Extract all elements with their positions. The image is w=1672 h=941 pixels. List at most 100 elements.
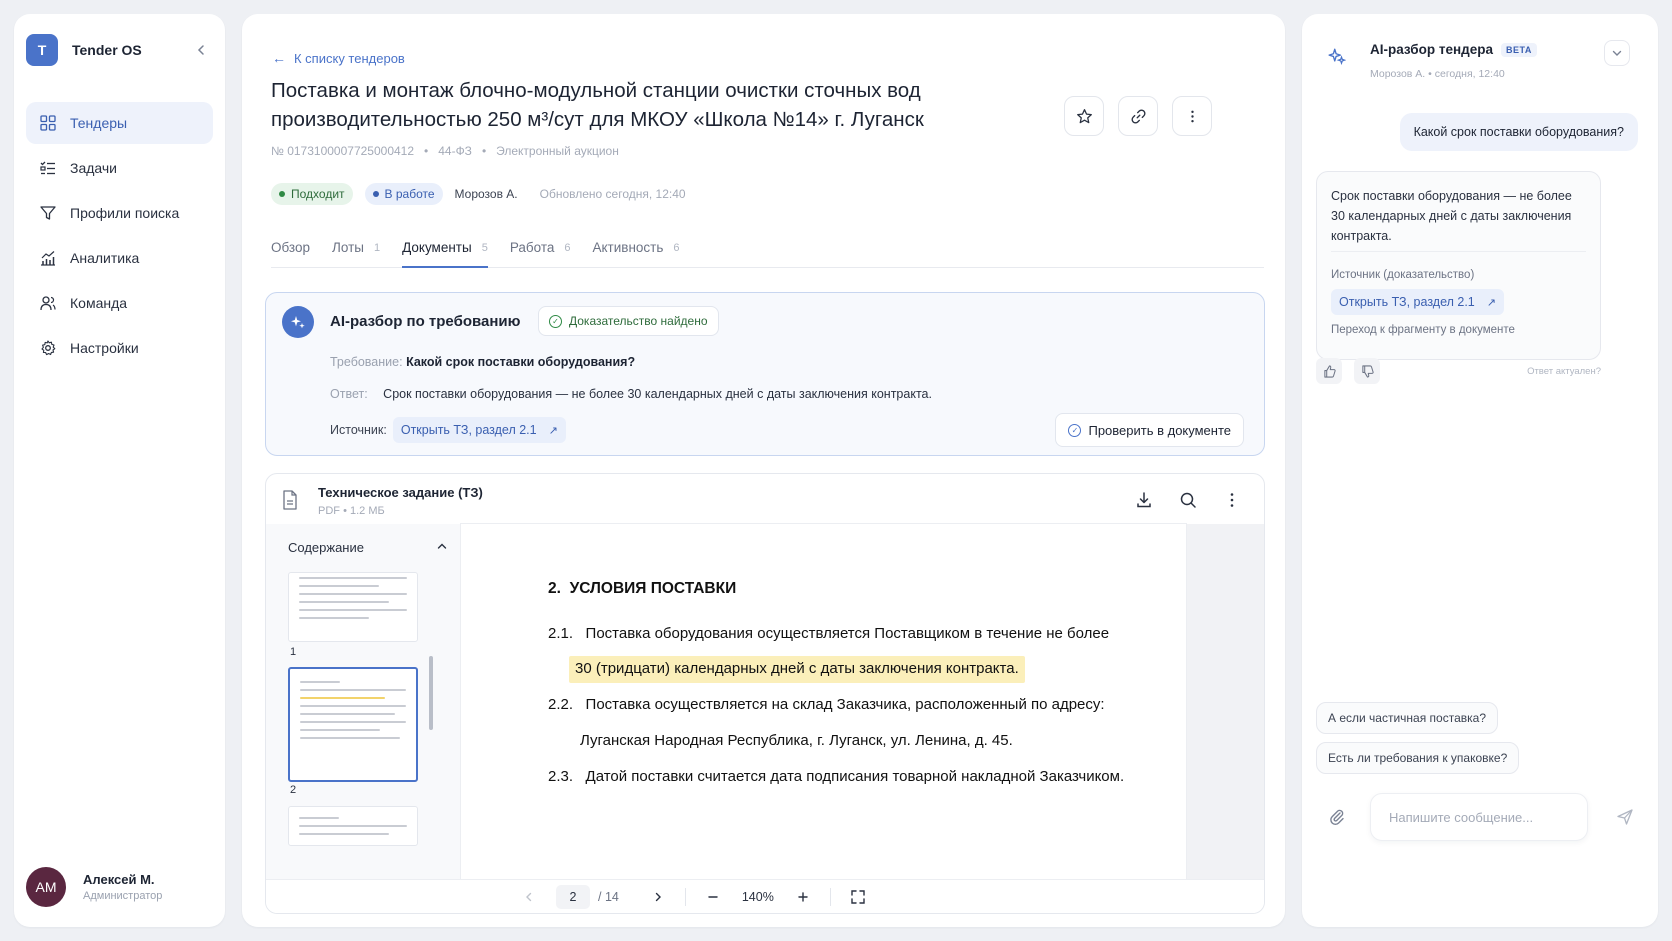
brand: T Tender OS: [26, 34, 213, 66]
thumbs-down-button[interactable]: [1354, 358, 1380, 384]
filter-icon: [39, 204, 57, 222]
chevron-left-icon: [197, 45, 204, 55]
collapse-sidebar-button[interactable]: [189, 38, 213, 62]
chevron-right-icon: [655, 892, 661, 902]
tab-lots[interactable]: Лоты 1: [332, 236, 380, 268]
toc-scrollbar[interactable]: [429, 656, 433, 730]
user-name: Алексей М.: [83, 872, 155, 887]
sparkle-icon: [1322, 41, 1352, 71]
attach-button[interactable]: [1324, 804, 1350, 830]
status-badge-fit[interactable]: Подходит: [271, 183, 353, 205]
chevron-left-icon: [526, 892, 532, 902]
beta-badge: BETA: [1500, 42, 1537, 57]
tab-activity[interactable]: Активность 6: [593, 236, 680, 268]
search-icon: [1180, 492, 1196, 508]
user-profile[interactable]: AM Алексей М. Администратор: [26, 867, 213, 907]
sidebar-item-label: Тендеры: [70, 115, 128, 131]
sidebar-item-label: Настройки: [70, 340, 139, 356]
status-row: Подходит В работе Морозов А. Обновлено с…: [271, 183, 686, 205]
user-role: Администратор: [83, 890, 163, 902]
clause-2-3: 2.3. Датой поставки считается дата подпи…: [548, 768, 1125, 785]
fullscreen-icon: [851, 890, 865, 904]
open-source-link[interactable]: Открыть ТЗ, раздел 2.1 ↗: [392, 417, 566, 443]
requirement-value: Какой срок поставки оборудования?: [406, 355, 636, 369]
document-page-area: 2. УСЛОВИЯ ПОСТАВКИ 2.1. Поставка оборуд…: [461, 524, 1264, 899]
page-thumbnail-1[interactable]: [288, 572, 418, 642]
document-more-button[interactable]: [1220, 488, 1244, 512]
search-document-button[interactable]: [1176, 488, 1200, 512]
page-thumbnail-number: 1: [290, 646, 297, 658]
team-icon: [39, 294, 57, 312]
zoom-in-button[interactable]: [790, 884, 816, 910]
zoom-out-button[interactable]: [700, 884, 726, 910]
status-badge-in-work[interactable]: В работе: [364, 183, 443, 205]
document-toolbar: 2 / 14 140%: [266, 879, 1264, 913]
suggestion-chip[interactable]: А если частичная поставка?: [1316, 702, 1499, 734]
sidebar-item-label: Команда: [70, 295, 128, 311]
sidebar-item-tasks[interactable]: Задачи: [26, 147, 213, 189]
copy-link-button[interactable]: [1118, 96, 1158, 136]
toc-toggle[interactable]: Содержание: [288, 540, 448, 555]
clause-2-2: 2.2. Поставка осуществляется на склад За…: [548, 696, 1105, 713]
title-actions: [1064, 96, 1212, 136]
external-link-icon: ↗: [1486, 296, 1496, 309]
page-number-input[interactable]: 2: [556, 885, 590, 909]
plus-icon: [798, 892, 808, 902]
tab-overview[interactable]: Обзор: [271, 236, 310, 268]
next-page-button[interactable]: [645, 884, 671, 910]
sparkle-icon: [282, 306, 314, 338]
thumbs-up-button[interactable]: [1316, 358, 1342, 384]
avatar: AM: [26, 867, 66, 907]
more-actions-button[interactable]: [1172, 96, 1212, 136]
brand-name: Tender OS: [72, 42, 142, 58]
document-info: PDF • 1.2 МБ: [318, 505, 385, 517]
document-header: Техническое задание (ТЗ) PDF • 1.2 МБ: [266, 474, 1264, 524]
open-source-link[interactable]: Открыть ТЗ, раздел 2.1 ↗: [1331, 289, 1504, 315]
highlighted-fragment: 30 (тридцати) календарных дней с даты за…: [569, 656, 1025, 683]
verify-in-document-button[interactable]: ✓ Проверить в документе: [1055, 413, 1244, 447]
answer-line: Ответ: Срок поставки оборудования — не б…: [330, 387, 932, 401]
download-button[interactable]: [1132, 488, 1156, 512]
user-message: Какой срок поставки оборудования?: [1399, 113, 1638, 151]
document-viewer: Техническое задание (ТЗ) PDF • 1.2 МБ Со…: [265, 473, 1265, 914]
jump-to-fragment-hint: Переход к фрагменту в документе: [1331, 324, 1515, 336]
chat-collapse-button[interactable]: [1604, 40, 1630, 66]
sidebar-item-label: Профили поиска: [70, 205, 180, 221]
chat-message-input[interactable]: [1370, 793, 1588, 841]
document-page: 2. УСЛОВИЯ ПОСТАВКИ 2.1. Поставка оборуд…: [461, 524, 1186, 899]
page-thumbnail-3[interactable]: [288, 806, 418, 846]
source-label: Источник (доказательство): [1331, 269, 1475, 281]
thumbs-down-icon: [1361, 364, 1374, 378]
sidebar-item-settings[interactable]: Настройки: [26, 327, 213, 369]
zoom-level: 140%: [741, 890, 774, 904]
ai-message-text: Срок поставки оборудования — не более 30…: [1331, 189, 1572, 243]
checklist-icon: [39, 159, 57, 177]
sidebar-item-analytics[interactable]: Аналитика: [26, 237, 213, 279]
fullscreen-button[interactable]: [845, 884, 871, 910]
page-thumbnail-2[interactable]: [288, 667, 418, 782]
assignee[interactable]: Морозов А.: [455, 187, 518, 201]
sidebar-nav: Тендеры Задачи Профили поиска Аналитика …: [26, 102, 213, 372]
favorite-button[interactable]: [1064, 96, 1104, 136]
sidebar-item-team[interactable]: Команда: [26, 282, 213, 324]
chevron-down-icon: [1612, 50, 1622, 56]
clause-2-1: 2.1. Поставка оборудования осуществляетс…: [548, 625, 1110, 642]
chevron-up-icon: [436, 540, 448, 555]
ai-requirement-card: AI-разбор по требованию ✓ Доказательство…: [265, 292, 1265, 456]
sidebar-item-tenders[interactable]: Тендеры: [26, 102, 213, 144]
brand-logo: T: [26, 34, 58, 66]
table-of-contents: Содержание 1 2: [266, 524, 461, 899]
check-circle-icon: ✓: [1068, 423, 1082, 437]
more-vertical-icon: [1230, 493, 1234, 507]
back-to-list-link[interactable]: ← К списку тендеров: [272, 50, 405, 66]
page-thumbnail-number: 2: [290, 784, 297, 796]
sidebar-item-search-profiles[interactable]: Профили поиска: [26, 192, 213, 234]
tab-work[interactable]: Работа 6: [510, 236, 571, 268]
download-icon: [1137, 492, 1151, 508]
gear-icon: [39, 339, 57, 357]
prev-page-button[interactable]: [516, 884, 542, 910]
tab-documents[interactable]: Документы 5: [402, 236, 488, 268]
send-button[interactable]: [1612, 804, 1638, 830]
thumbs-up-icon: [1323, 364, 1336, 378]
suggestion-chip[interactable]: Есть ли требования к упаковке?: [1316, 742, 1520, 774]
